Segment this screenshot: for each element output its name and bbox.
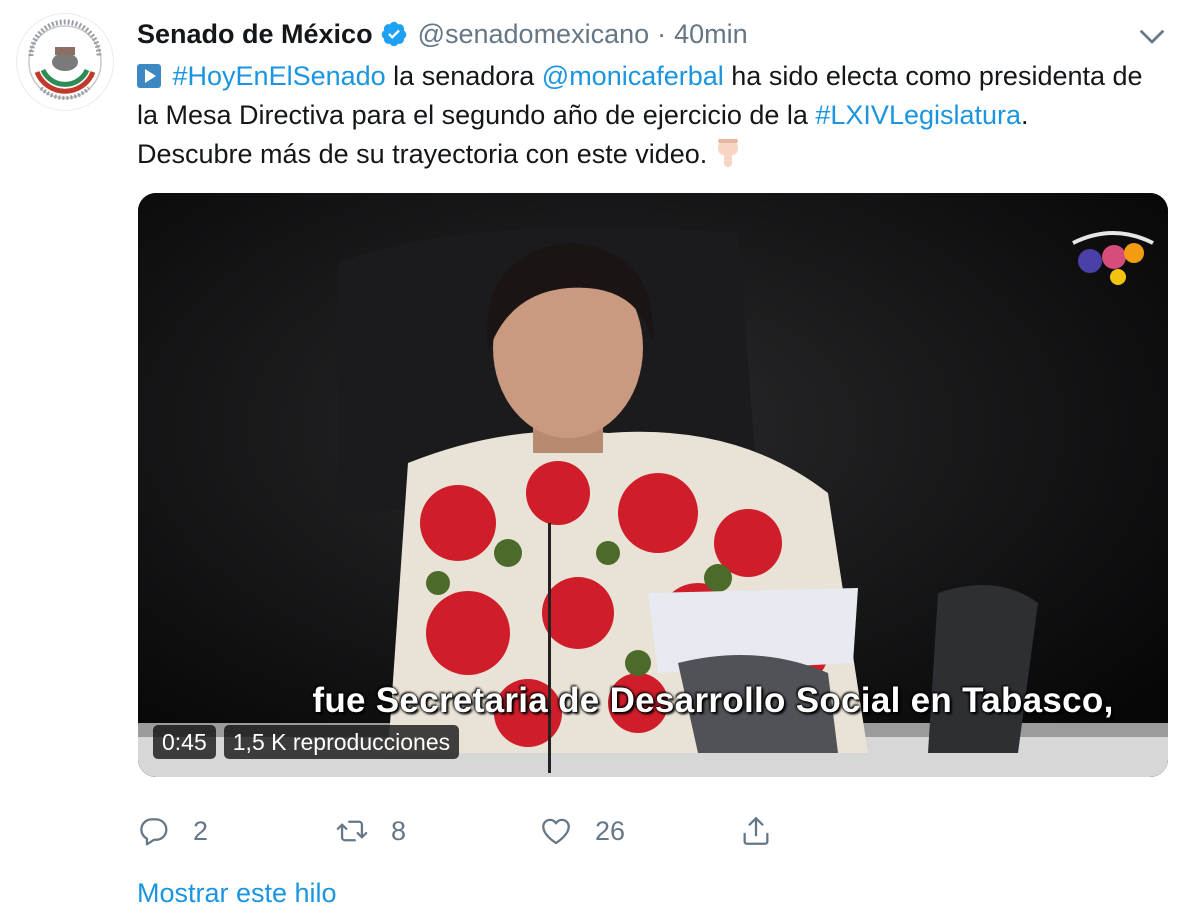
video-player[interactable]: fue Secretaria de Desarrollo Social en T… [138,193,1168,777]
like-button[interactable]: 26 [539,806,625,856]
retweet-button[interactable]: 8 [335,806,406,856]
reply-count: 2 [193,815,209,846]
separator-dot: · [657,18,667,49]
show-thread-link[interactable]: Mostrar este hilo [137,878,337,909]
share-button[interactable] [739,806,773,856]
like-count: 26 [595,815,626,846]
retweet-icon [336,820,368,842]
reply-icon [140,818,168,846]
author-name[interactable]: Senado de México [137,19,373,50]
verified-badge-icon [381,21,406,47]
backhand-index-pointing-down-emoji-icon [718,139,739,167]
tweet-header: Senado de México @senadomexicano · 40min [137,14,1170,54]
author-handle[interactable]: @senadomexicano [418,19,650,50]
tweet-timestamp[interactable]: 40min [674,19,748,50]
share-icon [743,817,769,845]
text-segment: la senadora [385,61,542,91]
avatar[interactable] [16,13,114,111]
video-info-badge: 0:45 1,5 K reproducciones [153,725,460,759]
mention-monicaferbal[interactable]: @monicaferbal [542,61,724,91]
hashtag-hoyenelsenado[interactable]: #HoyEnElSenado [173,61,386,91]
text-space [165,61,173,91]
tweet-text: #HoyEnElSenado la senadora @monicaferbal… [137,57,1147,174]
tweet-actions: 2 8 26 [137,806,797,856]
retweet-count: 8 [391,815,407,846]
hashtag-lxivlegislatura[interactable]: #LXIVLegislatura [815,100,1021,130]
reply-button[interactable]: 2 [137,806,208,856]
chevron-down-icon[interactable] [1134,18,1170,54]
play-button-emoji-icon [137,64,161,88]
video-subtitle: fue Secretaria de Desarrollo Social en T… [312,681,1114,720]
video-duration: 0:45 [153,725,216,759]
heart-icon [542,818,570,845]
video-views: 1,5 K reproducciones [223,725,460,759]
senado-seal-logo-icon [19,16,111,108]
channel-logo-icon [1072,231,1154,285]
